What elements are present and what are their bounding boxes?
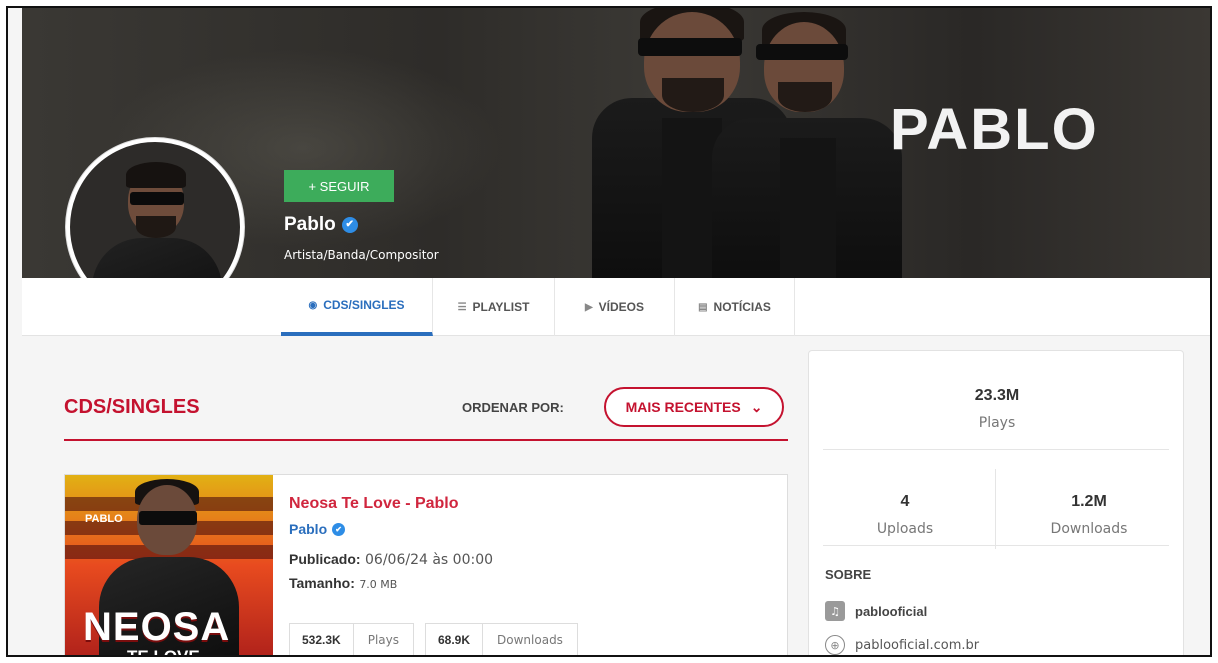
artist-name-text: Pablo xyxy=(284,214,336,235)
track-cover-image[interactable]: PABLO NEOSA TE LOVE xyxy=(65,475,273,657)
verified-badge-icon: ✔ xyxy=(341,217,358,233)
track-downloads-count: 68.9K xyxy=(426,624,484,655)
website-link[interactable]: ⊕ pablooficial.com.br xyxy=(825,635,979,655)
order-label: ORDENAR POR: xyxy=(462,400,564,415)
website-url: pablooficial.com.br xyxy=(855,637,980,653)
artist-role: Artista/Banda/Compositor xyxy=(284,248,439,262)
size-value: 7.0 MB xyxy=(359,578,398,591)
tab-videos[interactable]: ▶ VÍDEOS xyxy=(555,278,675,336)
downloads-count: 1.2M xyxy=(1071,493,1107,510)
play-icon: ▶ xyxy=(584,301,593,313)
sort-value: MAIS RECENTES xyxy=(625,399,741,415)
published-value: 06/06/24 às 00:00 xyxy=(365,552,494,568)
banner-brand-logo: PABLO xyxy=(890,97,1099,162)
section-title: CDS/SINGLES xyxy=(64,396,200,418)
social-link[interactable]: ♫ pablooficial xyxy=(825,601,927,621)
cover-title: NEOSA xyxy=(83,605,231,649)
follow-button[interactable]: + SEGUIR xyxy=(284,170,394,202)
published-label: Publicado: xyxy=(289,551,361,567)
banner-photo-person-right xyxy=(712,8,912,278)
about-heading: SOBRE xyxy=(825,567,872,582)
artist-name: Pablo ✔ xyxy=(284,214,358,236)
track-plays-count: 532.3K xyxy=(290,624,354,655)
track-card[interactable]: PABLO NEOSA TE LOVE Neosa Te Love - Pabl… xyxy=(64,474,788,657)
stats-divider xyxy=(823,449,1169,450)
tab-label: PLAYLIST xyxy=(472,300,530,314)
track-downloads-stat: 68.9K Downloads xyxy=(425,623,578,655)
stats-divider xyxy=(823,545,1169,546)
tab-label: CDS/SINGLES xyxy=(323,298,405,312)
chevron-down-icon: ⌄ xyxy=(750,398,763,415)
cover-logo: PABLO xyxy=(85,513,123,525)
globe-icon: ⊕ xyxy=(825,635,845,655)
news-icon: ▤ xyxy=(698,301,708,313)
total-plays-count: 23.3M xyxy=(974,387,1020,404)
sort-dropdown[interactable]: MAIS RECENTES ⌄ xyxy=(604,387,784,427)
tab-bar: ◉ CDS/SINGLES ☰ PLAYLIST ▶ VÍDEOS ▤ NOTÍ… xyxy=(22,278,1210,336)
downloads-label: Downloads xyxy=(1050,521,1128,537)
uploads-count: 4 xyxy=(900,493,910,510)
track-plays-stat: 532.3K Plays xyxy=(289,623,414,655)
published-info: Publicado: 06/06/24 às 00:00 xyxy=(289,551,493,568)
tab-playlist[interactable]: ☰ PLAYLIST xyxy=(433,278,555,336)
disc-icon: ◉ xyxy=(308,299,318,311)
tab-label: VÍDEOS xyxy=(598,300,645,314)
section-divider xyxy=(64,439,788,441)
verified-badge-icon: ✔ xyxy=(332,522,346,536)
track-artist-name: Pablo xyxy=(289,521,328,537)
size-info: Tamanho: 7.0 MB xyxy=(289,575,397,592)
social-handle: pablooficial xyxy=(855,603,928,619)
track-plays-label: Plays xyxy=(367,633,399,647)
uploads-label: Uploads xyxy=(876,521,934,537)
tab-label: NOTÍCIAS xyxy=(713,300,771,314)
tab-noticias[interactable]: ▤ NOTÍCIAS xyxy=(675,278,795,336)
list-icon: ☰ xyxy=(457,301,467,313)
page-frame: PABLO + SEGUIR Pablo ✔ Artista/Banda/Com… xyxy=(6,6,1212,657)
track-title-link[interactable]: Neosa Te Love - Pablo xyxy=(289,495,459,513)
tab-cds-singles[interactable]: ◉ CDS/SINGLES xyxy=(281,278,433,336)
track-downloads-label: Downloads xyxy=(497,633,563,647)
stats-column-divider xyxy=(995,469,996,549)
music-note-icon: ♫ xyxy=(825,601,845,621)
track-artist-link[interactable]: Pablo ✔ xyxy=(289,521,346,537)
size-label: Tamanho: xyxy=(289,575,355,591)
total-plays-label: Plays xyxy=(978,415,1016,431)
cover-subtitle: TE LOVE xyxy=(127,647,200,657)
artist-stats-panel: 23.3M Plays 4 Uploads 1.2M Downloads SOB… xyxy=(808,350,1184,655)
